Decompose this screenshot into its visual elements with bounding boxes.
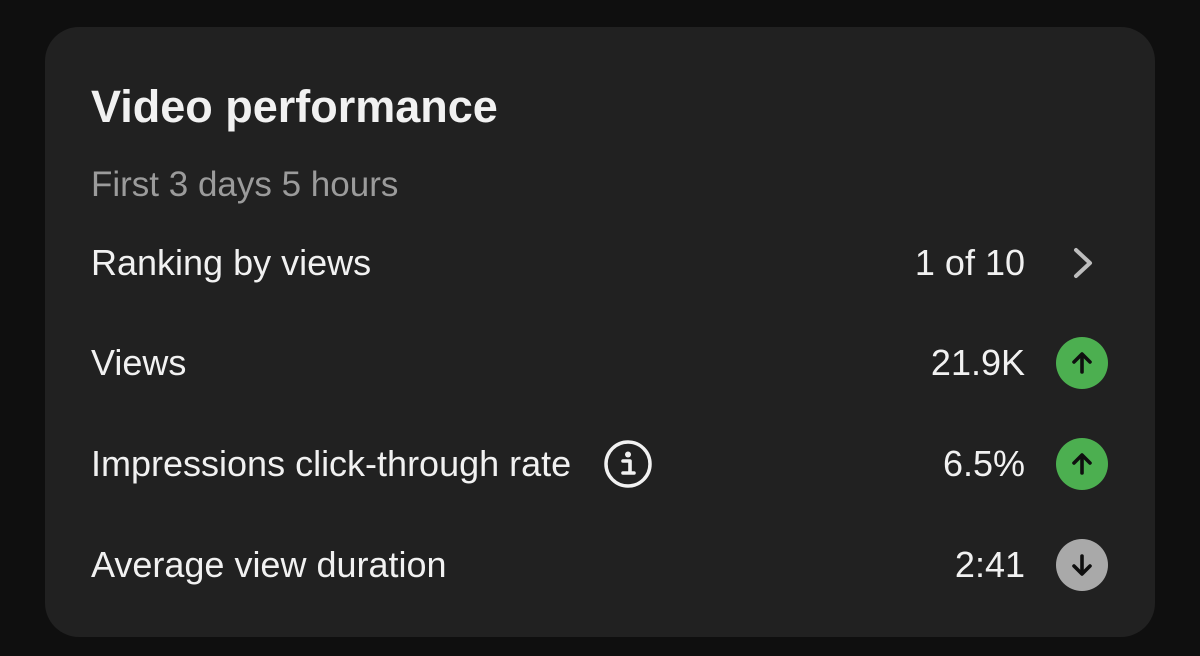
row-label: Impressions click-through rate <box>91 443 572 484</box>
arrow-up-icon <box>1056 438 1108 490</box>
arrow-up-icon <box>1056 337 1108 389</box>
average-view-duration-row[interactable]: Average view duration 2:41 <box>45 525 1155 605</box>
row-value: 6.5% <box>942 443 1025 484</box>
chevron-right-icon[interactable] <box>1069 245 1097 281</box>
row-value: 1 of 10 <box>914 242 1025 283</box>
row-value: 2:41 <box>954 544 1025 585</box>
arrow-down-icon <box>1056 539 1108 591</box>
card-title: Video performance <box>91 81 498 132</box>
video-performance-card: Video performance First 3 days 5 hours R… <box>45 27 1155 637</box>
views-row[interactable]: Views 21.9K <box>45 323 1155 403</box>
row-label: Views <box>91 342 187 383</box>
card-subtitle: First 3 days 5 hours <box>91 165 399 204</box>
row-label: Ranking by views <box>91 242 372 283</box>
row-label: Average view duration <box>91 544 447 585</box>
row-value: 21.9K <box>930 342 1025 383</box>
ranking-by-views-row[interactable]: Ranking by views 1 of 10 <box>45 223 1155 303</box>
impressions-ctr-row[interactable]: Impressions click-through rate 6.5% <box>45 424 1155 504</box>
row-label-container: Impressions click-through rate <box>91 439 653 489</box>
info-icon[interactable] <box>603 439 653 489</box>
